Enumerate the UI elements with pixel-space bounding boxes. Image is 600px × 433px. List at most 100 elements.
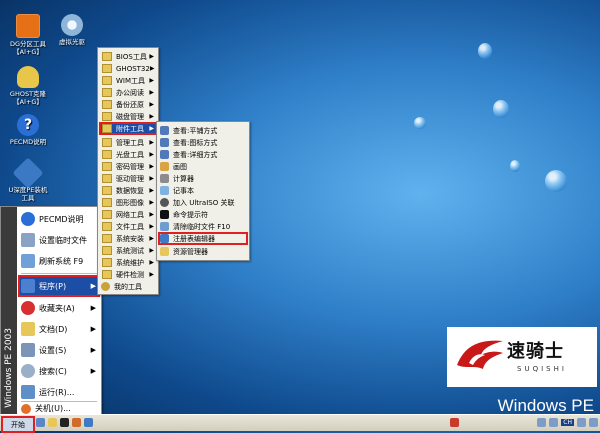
- submenu-arrow-icon: ▶: [149, 151, 154, 158]
- menu-item-label: WIM工具: [116, 76, 146, 85]
- programs-item-my-tools[interactable]: 我的工具: [99, 280, 157, 293]
- accessories-item-registry-editor[interactable]: 注册表编辑器: [158, 232, 248, 245]
- start-item-search[interactable]: 搜索(C) ▶: [18, 361, 100, 381]
- menu-item-label: 备份还原: [116, 100, 144, 109]
- folder-icon: [102, 64, 112, 73]
- folder-icon: [102, 234, 112, 243]
- menu-item-label: 硬件检测: [116, 270, 144, 279]
- submenu-arrow-icon: ▶: [90, 367, 96, 375]
- volume-icon[interactable]: [549, 418, 559, 427]
- start-item-label: PECMD说明: [39, 214, 84, 224]
- start-item-set-temp-files[interactable]: 设置临时文件: [18, 230, 100, 250]
- menu-item-label: 系统测试: [116, 246, 144, 255]
- water-drop: [414, 117, 426, 129]
- desktop-icon-usb-installer[interactable]: U深度PE装机 工具: [2, 157, 54, 202]
- start-menu-band-label: Windows PE 2003: [4, 328, 14, 408]
- start-item-settings[interactable]: 设置(S) ▶: [18, 340, 100, 360]
- menu-item-label: 查看:平铺方式: [173, 126, 218, 135]
- menu-item-label: 画图: [173, 162, 187, 171]
- tray-app-icon[interactable]: [577, 418, 586, 427]
- refresh-icon: [21, 254, 35, 268]
- input-language-indicator[interactable]: CH: [561, 419, 574, 426]
- quicklaunch-desktop-icon[interactable]: [36, 418, 45, 427]
- command-prompt-icon: [160, 210, 169, 219]
- quicklaunch-tool-icon[interactable]: [72, 418, 81, 427]
- desktop-icon-virtual-drive[interactable]: 虚拟光驱: [46, 14, 98, 46]
- menu-item-label: 计算器: [173, 174, 194, 183]
- menu-item-label: 查看:详细方式: [173, 150, 218, 159]
- folder-icon: [102, 138, 112, 147]
- water-drop: [545, 170, 567, 192]
- virtual-drive-icon: [61, 14, 83, 36]
- start-item-label: 设置(S): [39, 345, 67, 355]
- start-item-documents[interactable]: 文档(D) ▶: [18, 319, 100, 339]
- folder-icon: [102, 258, 112, 267]
- start-item-label: 文档(D): [39, 324, 68, 334]
- menu-item-label: 清除临时文件 F10: [173, 222, 231, 231]
- taskbar: 开始 CH: [0, 414, 600, 433]
- submenu-arrow-icon: ▶: [149, 113, 154, 120]
- submenu-arrow-icon: ▶: [149, 65, 155, 72]
- folder-icon: [102, 124, 112, 133]
- logo-brand-en-text: SUQISHI: [517, 365, 567, 373]
- submenu-arrow-icon: ▶: [149, 77, 154, 84]
- menu-item-label: 驱动管理: [116, 174, 144, 183]
- my-tools-icon: [101, 282, 110, 291]
- system-tray: CH: [537, 417, 598, 428]
- start-item-label: 关机(U)...: [35, 404, 71, 413]
- tray-app-icon[interactable]: [589, 418, 598, 427]
- desktop-icon-label: U深度PE装机 工具: [8, 186, 48, 202]
- start-item-refresh-system[interactable]: 刷新系统 F9: [18, 251, 100, 271]
- submenu-arrow-icon: ▶: [149, 53, 154, 60]
- menu-separator: [21, 401, 97, 402]
- menu-item-label: 磁盘管理: [116, 112, 144, 121]
- water-drop: [510, 160, 520, 172]
- explorer-folder-icon: [160, 247, 169, 256]
- start-menu-band: Windows PE 2003: [1, 207, 17, 414]
- ultraiso-disc-icon: [160, 198, 169, 207]
- quicklaunch-volume-icon[interactable]: [450, 418, 459, 427]
- folder-icon: [102, 162, 112, 171]
- start-item-label: 刷新系统 F9: [39, 256, 84, 266]
- submenu-arrow-icon: ▶: [149, 247, 154, 254]
- submenu-arrow-icon: ▶: [149, 235, 154, 242]
- folder-icon: [102, 100, 112, 109]
- start-item-favorites[interactable]: 收藏夹(A) ▶: [18, 298, 100, 318]
- folder-icon: [102, 88, 112, 97]
- menu-item-label: 资源管理器: [173, 247, 208, 256]
- folder-icon: [102, 222, 112, 231]
- menu-item-label: 图形图像: [116, 198, 144, 207]
- submenu-arrow-icon: ▶: [149, 139, 154, 146]
- quicklaunch-cmd-icon[interactable]: [60, 418, 69, 427]
- start-item-label: 收藏夹(A): [39, 303, 75, 313]
- start-item-shutdown[interactable]: 关机(U)...: [18, 403, 100, 414]
- power-icon: [21, 403, 31, 414]
- menu-item-label: 管理工具: [116, 138, 144, 147]
- folder-icon: [102, 52, 112, 61]
- menu-item-label: 命令提示符: [173, 210, 208, 219]
- run-icon: [21, 385, 35, 399]
- start-item-pecmd-help[interactable]: PECMD说明: [18, 209, 100, 229]
- desktop-icon-pecmd-help[interactable]: ? PECMD说明: [2, 114, 54, 146]
- submenu-arrow-icon: ▶: [149, 101, 154, 108]
- menu-separator: [21, 273, 97, 274]
- start-button[interactable]: 开始: [1, 416, 35, 433]
- clear-temp-icon: [160, 222, 169, 231]
- network-icon[interactable]: [537, 418, 547, 427]
- usb-installer-icon: [12, 157, 44, 189]
- folder-icon: [102, 150, 112, 159]
- start-item-run[interactable]: 运行(R)...: [18, 382, 100, 402]
- desktop-icon-ghost[interactable]: GHOST克隆 【Al+G】: [2, 66, 54, 106]
- start-item-label: 程序(P): [39, 281, 67, 291]
- quicklaunch-explorer-icon[interactable]: [48, 418, 57, 427]
- submenu-arrow-icon: ▶: [90, 282, 96, 290]
- menu-item-label: 我的工具: [114, 282, 142, 291]
- submenu-arrow-icon: ▶: [149, 163, 154, 170]
- programs-item-accessories[interactable]: 附件工具 ▶: [99, 122, 157, 135]
- submenu-arrow-icon: ▶: [149, 211, 154, 218]
- start-item-programs[interactable]: 程序(P) ▶: [18, 275, 100, 297]
- folder-icon: [102, 210, 112, 219]
- accessories-item-explorer[interactable]: 资源管理器: [158, 245, 248, 258]
- menu-item-label: 光盘工具: [116, 150, 144, 159]
- quicklaunch-registry-icon[interactable]: [84, 418, 93, 427]
